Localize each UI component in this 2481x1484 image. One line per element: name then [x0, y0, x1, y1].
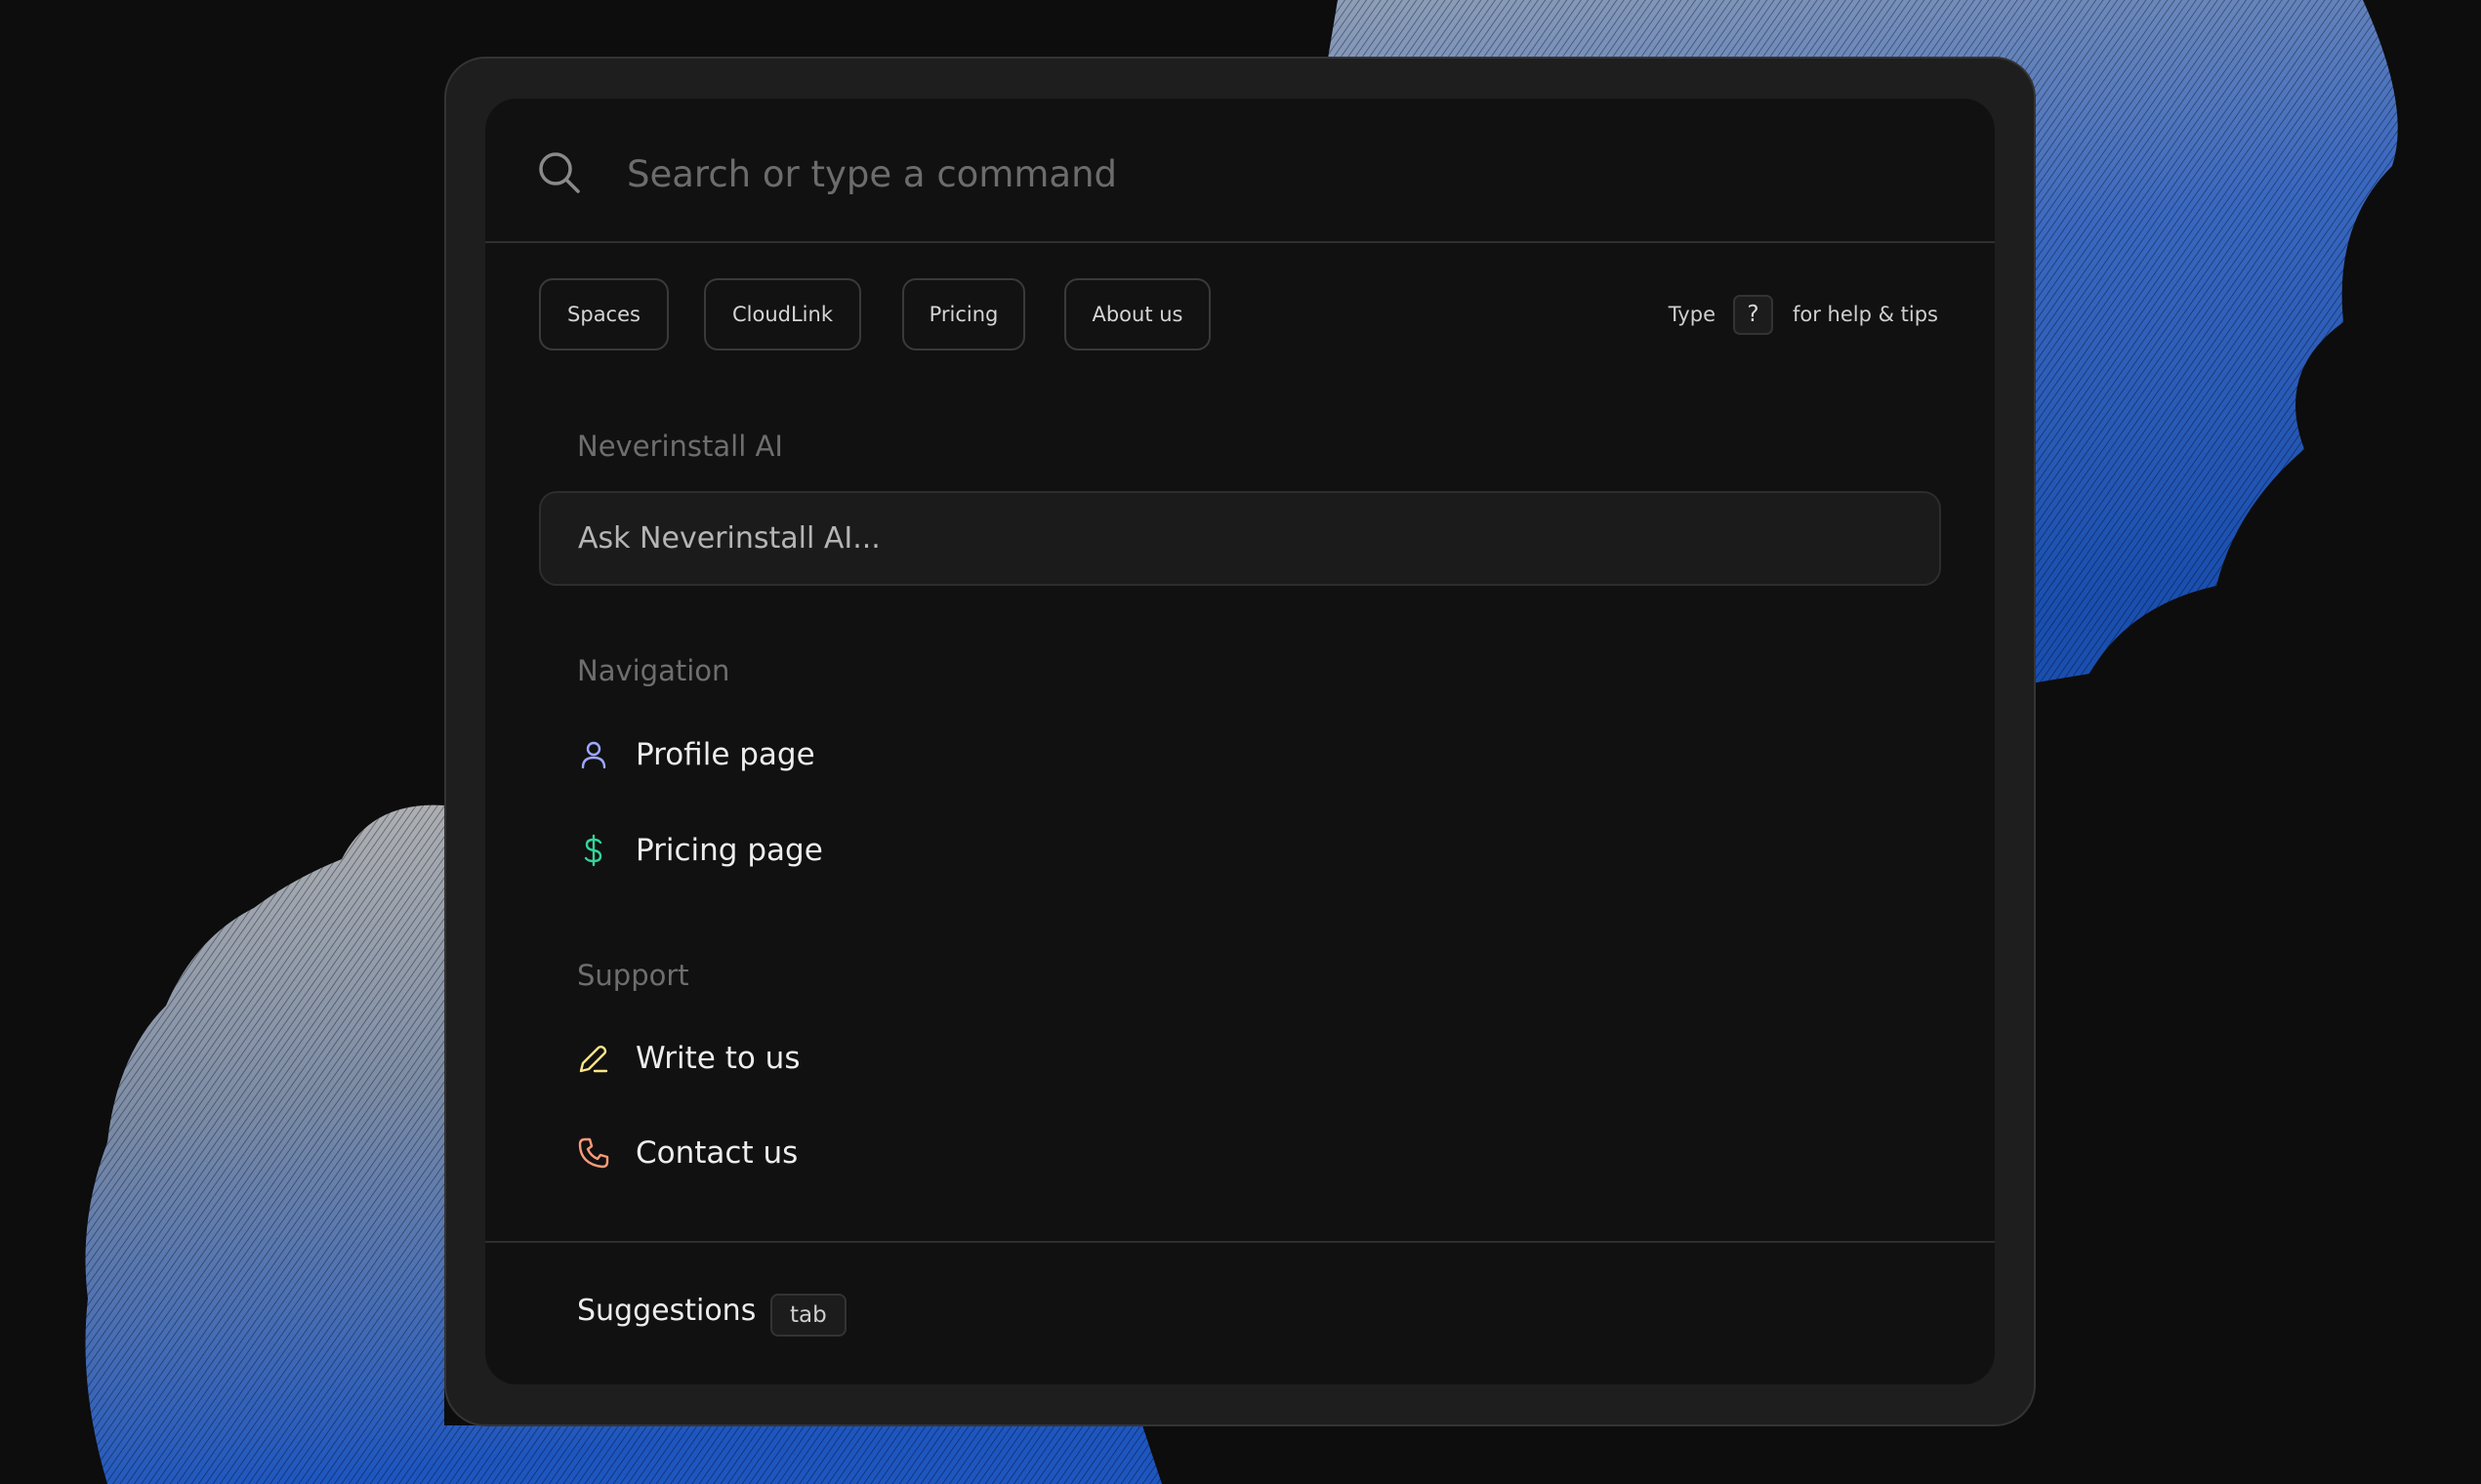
- search-bar: [485, 99, 1995, 243]
- tab-key-badge: tab: [770, 1294, 847, 1337]
- chip-about-us[interactable]: About us: [1064, 278, 1211, 350]
- section-title-support: Support: [577, 959, 689, 992]
- chip-cloudlink[interactable]: CloudLink: [704, 278, 861, 350]
- help-hint: Type ? for help & tips: [1669, 278, 1938, 350]
- search-input[interactable]: [625, 142, 1898, 206]
- nav-item-pricing-page[interactable]: Pricing page: [577, 821, 823, 880]
- nav-item-profile-page[interactable]: Profile page: [577, 725, 815, 784]
- chip-pricing[interactable]: Pricing: [902, 278, 1025, 350]
- help-key: ?: [1732, 294, 1773, 335]
- nav-item-label: Pricing page: [636, 833, 823, 868]
- ask-ai-prompt: Ask Neverinstall AI...: [578, 521, 881, 556]
- search-icon: [539, 152, 580, 193]
- command-palette: Spaces CloudLink Pricing About us Type ?…: [485, 99, 1995, 1384]
- palette-footer: Suggestions tab: [485, 1241, 1995, 1384]
- chip-spaces[interactable]: Spaces: [539, 278, 669, 350]
- dollar-icon: [584, 834, 602, 867]
- user-icon: [581, 741, 606, 769]
- suggestions-label: Suggestions: [577, 1294, 757, 1328]
- pencil-icon: [579, 1046, 608, 1073]
- help-hint-prefix: Type: [1668, 303, 1716, 326]
- support-item-label: Write to us: [636, 1041, 801, 1076]
- phone-icon: [578, 1137, 609, 1169]
- support-item-label: Contact us: [636, 1135, 799, 1171]
- help-hint-suffix: for help & tips: [1792, 303, 1938, 326]
- nav-item-label: Profile page: [636, 737, 815, 772]
- section-title-ai: Neverinstall AI: [577, 430, 783, 463]
- support-item-write-to-us[interactable]: Write to us: [577, 1029, 800, 1088]
- section-title-navigation: Navigation: [577, 654, 730, 687]
- ask-ai-input[interactable]: Ask Neverinstall AI...: [539, 491, 1941, 586]
- support-item-contact-us[interactable]: Contact us: [577, 1124, 798, 1182]
